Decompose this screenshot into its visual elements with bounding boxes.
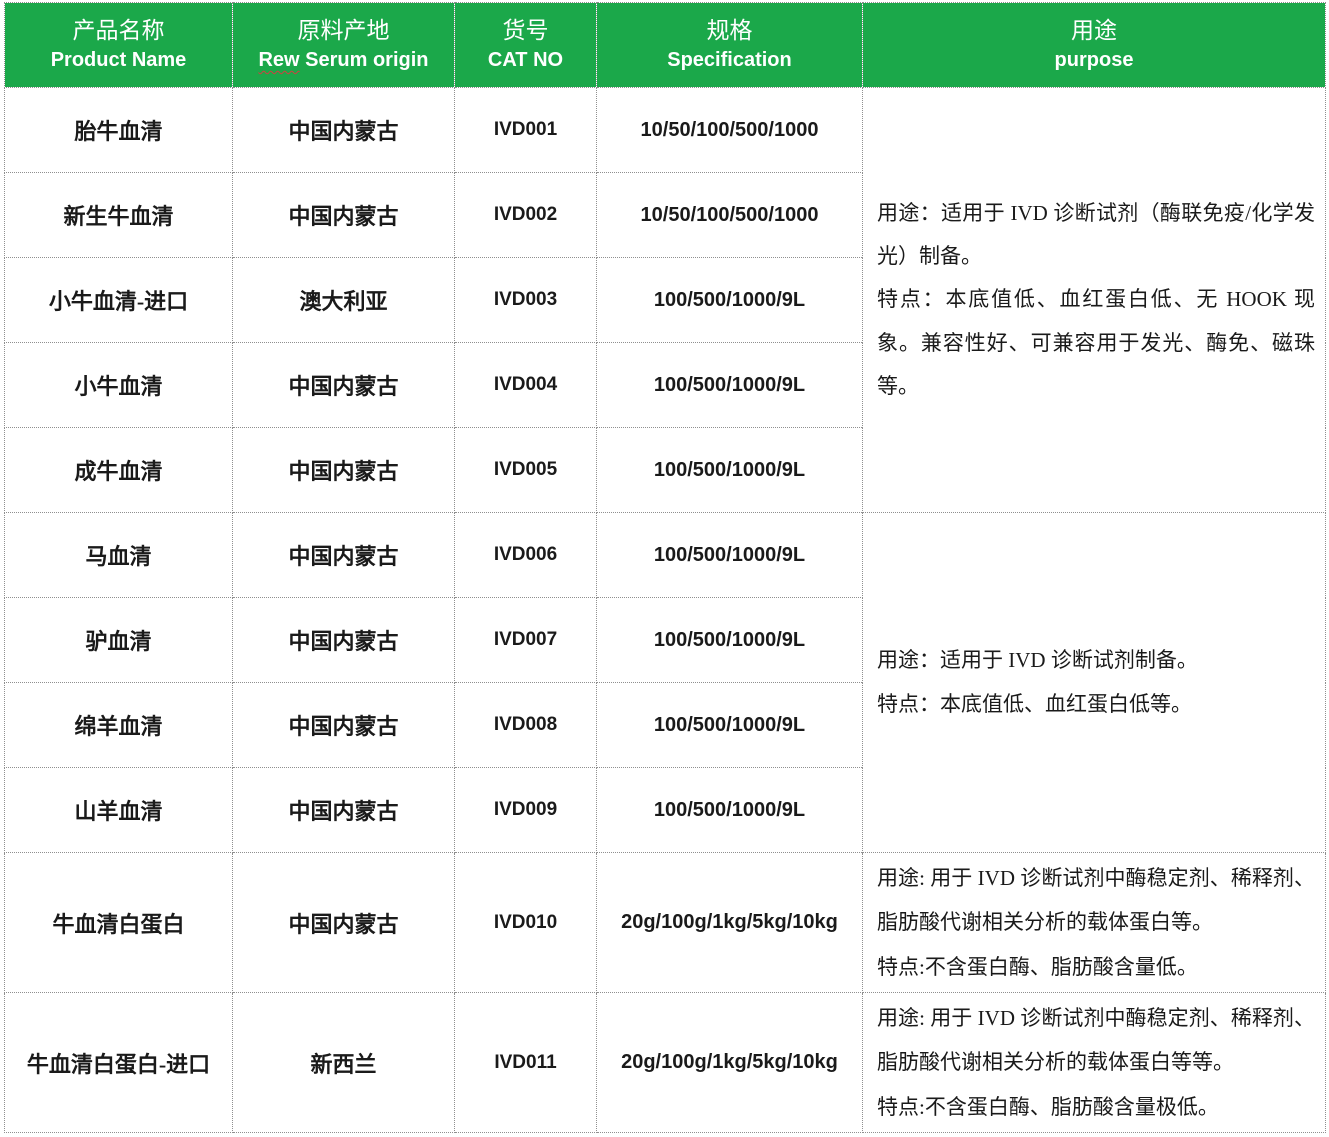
header-cat-no: 货号 CAT NO [455,3,597,88]
purpose-usage-text: 用途：适用于 IVD 诊断试剂制备。 [877,639,1315,682]
table-row: 牛血清白蛋白-进口 新西兰 IVD011 20g/100g/1kg/5kg/10… [5,993,1326,1133]
spec-cell: 10/50/100/500/1000 [597,88,863,173]
purpose-usage-text: 用途：适用于 IVD 诊断试剂（酶联免疫/化学发光）制备。 [877,192,1315,278]
header-purpose-zh: 用途 [863,16,1325,46]
header-origin-zh: 原料产地 [233,16,454,46]
origin-cell: 中国内蒙古 [233,428,455,513]
origin-cell: 澳大利亚 [233,258,455,343]
origin-cell: 中国内蒙古 [233,88,455,173]
product-name-cell: 新生牛血清 [5,173,233,258]
header-row: 产品名称 Product Name 原料产地 Rew Serum origin … [5,3,1326,88]
origin-cell: 中国内蒙古 [233,683,455,768]
purpose-feature-text: 特点:不含蛋白酶、脂肪酸含量极低。 [877,1085,1315,1129]
cat-no-cell: IVD004 [455,343,597,428]
table-row: 马血清 中国内蒙古 IVD006 100/500/1000/9L 用途：适用于 … [5,513,1326,598]
table-body: 胎牛血清 中国内蒙古 IVD001 10/50/100/500/1000 用途：… [5,88,1326,1133]
origin-cell: 中国内蒙古 [233,768,455,853]
product-name-cell: 小牛血清-进口 [5,258,233,343]
purpose-feature-text: 特点：本底值低、血红蛋白低、无 HOOK 现象。兼容性好、可兼容用于发光、酶免、… [877,278,1315,407]
spec-cell: 100/500/1000/9L [597,428,863,513]
cat-no-cell: IVD006 [455,513,597,598]
purpose-usage-text: 用途: 用于 IVD 诊断试剂中酶稳定剂、稀释剂、脂肪酸代谢相关分析的载体蛋白等… [877,996,1315,1084]
spec-cell: 20g/100g/1kg/5kg/10kg [597,853,863,993]
purpose-cell-row-11: 用途: 用于 IVD 诊断试剂中酶稳定剂、稀释剂、脂肪酸代谢相关分析的载体蛋白等… [863,993,1326,1133]
header-product-name-en: Product Name [5,46,232,74]
header-purpose: 用途 purpose [863,3,1326,88]
purpose-feature-text: 特点:不含蛋白酶、脂肪酸含量低。 [877,945,1315,989]
product-name-cell: 牛血清白蛋白 [5,853,233,993]
table-row: 胎牛血清 中国内蒙古 IVD001 10/50/100/500/1000 用途：… [5,88,1326,173]
origin-cell: 中国内蒙古 [233,343,455,428]
origin-cell: 中国内蒙古 [233,513,455,598]
product-name-cell: 绵羊血清 [5,683,233,768]
product-name-cell: 马血清 [5,513,233,598]
spec-cell: 10/50/100/500/1000 [597,173,863,258]
product-table: 产品名称 Product Name 原料产地 Rew Serum origin … [4,2,1326,1133]
product-name-cell: 驴血清 [5,598,233,683]
cat-no-cell: IVD003 [455,258,597,343]
cat-no-cell: IVD008 [455,683,597,768]
purpose-cell-group-2: 用途：适用于 IVD 诊断试剂制备。 特点：本底值低、血红蛋白低等。 [863,513,1326,853]
origin-cell: 中国内蒙古 [233,173,455,258]
purpose-feature-text: 特点：本底值低、血红蛋白低等。 [877,683,1315,726]
misspelled-word: Rew [258,49,299,71]
origin-cell: 中国内蒙古 [233,853,455,993]
cat-no-cell: IVD011 [455,993,597,1133]
cat-no-cell: IVD005 [455,428,597,513]
header-purpose-en: purpose [863,46,1325,74]
product-name-cell: 成牛血清 [5,428,233,513]
header-product-name-zh: 产品名称 [5,16,232,46]
spec-cell: 100/500/1000/9L [597,343,863,428]
product-name-cell: 牛血清白蛋白-进口 [5,993,233,1133]
purpose-usage-text: 用途: 用于 IVD 诊断试剂中酶稳定剂、稀释剂、脂肪酸代谢相关分析的载体蛋白等… [877,856,1315,944]
header-specification-zh: 规格 [597,16,862,46]
spec-cell: 100/500/1000/9L [597,768,863,853]
purpose-cell-group-1: 用途：适用于 IVD 诊断试剂（酶联免疫/化学发光）制备。 特点：本底值低、血红… [863,88,1326,513]
table-row: 牛血清白蛋白 中国内蒙古 IVD010 20g/100g/1kg/5kg/10k… [5,853,1326,993]
header-cat-no-zh: 货号 [455,16,596,46]
origin-cell: 中国内蒙古 [233,598,455,683]
product-catalog: 产品名称 Product Name 原料产地 Rew Serum origin … [0,0,1329,1137]
header-origin-en-rest: Serum origin [305,49,428,71]
product-name-cell: 山羊血清 [5,768,233,853]
origin-cell: 新西兰 [233,993,455,1133]
cat-no-cell: IVD010 [455,853,597,993]
header-product-name: 产品名称 Product Name [5,3,233,88]
cat-no-cell: IVD001 [455,88,597,173]
spec-cell: 100/500/1000/9L [597,258,863,343]
header-origin-en: Rew Serum origin [233,46,454,74]
cat-no-cell: IVD007 [455,598,597,683]
header-specification-en: Specification [597,46,862,74]
product-name-cell: 小牛血清 [5,343,233,428]
header-specification: 规格 Specification [597,3,863,88]
product-name-cell: 胎牛血清 [5,88,233,173]
spec-cell: 20g/100g/1kg/5kg/10kg [597,993,863,1133]
cat-no-cell: IVD002 [455,173,597,258]
header-origin: 原料产地 Rew Serum origin [233,3,455,88]
cat-no-cell: IVD009 [455,768,597,853]
spec-cell: 100/500/1000/9L [597,513,863,598]
table-header: 产品名称 Product Name 原料产地 Rew Serum origin … [5,3,1326,88]
header-cat-no-en: CAT NO [455,46,596,74]
spec-cell: 100/500/1000/9L [597,683,863,768]
spec-cell: 100/500/1000/9L [597,598,863,683]
purpose-cell-row-10: 用途: 用于 IVD 诊断试剂中酶稳定剂、稀释剂、脂肪酸代谢相关分析的载体蛋白等… [863,853,1326,993]
